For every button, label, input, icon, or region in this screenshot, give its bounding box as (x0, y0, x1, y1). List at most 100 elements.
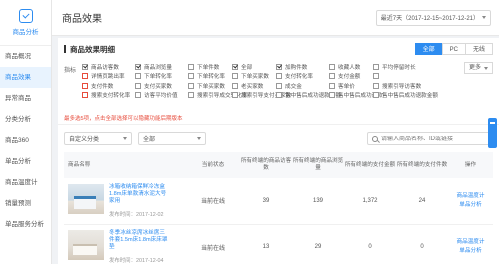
col-views[interactable]: 所有终端的商品浏览量 (292, 152, 344, 178)
checkbox[interactable] (373, 73, 379, 80)
metric-option[interactable]: 售中售后成功退款金额 (373, 91, 438, 101)
metric-option[interactable] (373, 72, 417, 82)
checkbox[interactable] (373, 82, 379, 89)
metric-option[interactable]: 售中售后成功退款 (329, 91, 383, 101)
metric-option[interactable]: 下单买家数 (188, 81, 232, 91)
sidebar-item-product-effect[interactable]: 商品效果 (0, 67, 51, 88)
main-content: 商品效果 最近7天（2017-12-15~2017-12-21） 商品效果明细 … (52, 0, 499, 264)
checkbox[interactable] (232, 63, 238, 70)
category-select[interactable]: 自定义分类 (64, 132, 132, 145)
checkbox[interactable] (82, 92, 88, 99)
checkbox[interactable] (135, 63, 141, 70)
checkbox[interactable] (82, 63, 88, 70)
metric-option[interactable]: 搜索支付转化率 (82, 91, 135, 101)
checkbox[interactable] (232, 92, 238, 99)
checkbox[interactable] (329, 82, 335, 89)
metric-option[interactable]: 下单转化率 (135, 72, 188, 82)
product-publish-time: 发布时间：2017-12-04 (109, 258, 164, 264)
metric-option[interactable]: 老买家数 (232, 81, 276, 91)
metric-option[interactable]: 搜索引导访客数 (373, 81, 421, 91)
sidebar-item-product360[interactable]: 商品360 (0, 130, 51, 151)
checkbox[interactable] (135, 82, 141, 89)
metric-option[interactable]: 支付转化率 (276, 72, 329, 82)
metric-option[interactable]: 商品访客数 (82, 62, 135, 72)
tab-pc[interactable]: PC (441, 43, 466, 55)
metric-option[interactable]: 全部 (232, 62, 276, 72)
sidebar-brand[interactable]: 商品分析 (0, 0, 51, 46)
checkbox[interactable] (135, 92, 141, 99)
sidebar-item-thermometer[interactable]: 商品温度计 (0, 172, 51, 193)
checkbox[interactable] (276, 82, 282, 89)
status-cell: 当前在线 (186, 224, 240, 264)
metric-option[interactable]: 支付金额 (329, 72, 373, 82)
tab-wireless[interactable]: 无线 (464, 43, 493, 55)
checkbox[interactable] (329, 73, 335, 80)
metric-option[interactable]: 支付件数 (82, 81, 135, 91)
metric-option[interactable]: 商品浏览量 (135, 62, 188, 72)
metric-option[interactable]: 下单件数 (188, 62, 232, 72)
ops-cell: 商品温度计 单品分析 (448, 224, 493, 264)
tab-all[interactable]: 全部 (414, 43, 443, 55)
checkbox[interactable] (276, 73, 282, 80)
checkbox[interactable] (82, 82, 88, 89)
metric-option[interactable]: 成交金 (276, 81, 329, 91)
product-thumbnail[interactable] (68, 183, 104, 214)
checkbox[interactable] (82, 73, 88, 80)
col-payment[interactable]: 所有终端的支付金额 (344, 152, 396, 178)
chevron-down-icon (482, 16, 486, 19)
checkbox[interactable] (188, 82, 194, 89)
metric-option[interactable]: 下单买家数 (232, 72, 276, 82)
metric-option[interactable]: 详情页跳出率 (82, 72, 135, 82)
checkbox[interactable] (329, 63, 335, 70)
metric-option[interactable]: 客单价 (329, 81, 373, 91)
thermometer-link[interactable]: 商品温度计 (448, 192, 493, 201)
status-select-value: 全部 (143, 137, 156, 143)
metric-option[interactable]: 平均停留时长 (373, 62, 417, 72)
metric-option-label: 成交金 (285, 83, 302, 90)
sidebar-brand-label: 商品分析 (12, 29, 39, 36)
metric-option[interactable]: 加购件数 (276, 62, 329, 72)
metric-option[interactable]: 下单转化率 (188, 72, 232, 82)
product-name-link[interactable]: 冰箱收纳箱保鲜冷冻盒1.8m床单款清水泥大号家用 (109, 184, 169, 205)
date-range-picker[interactable]: 最近7天（2017-12-15~2017-12-21） (375, 9, 491, 26)
metric-option[interactable]: 搜索引导成交转化率 (188, 91, 247, 101)
product-cell: 冰箱收纳箱保鲜冷冻盒1.8m床单款清水泥大号家用 发布时间：2017-12-02 (64, 183, 186, 218)
product-name-link[interactable]: 冬季冰丝凉席冰丝席三件套1.5m床1.8m床床罩垫 (109, 230, 169, 251)
product-thumbnail[interactable] (68, 230, 104, 260)
checkbox[interactable] (373, 63, 379, 70)
more-button[interactable]: 更多 (463, 62, 493, 74)
single-analysis-link[interactable]: 单品分析 (448, 247, 493, 256)
col-status: 当前状态 (201, 161, 225, 168)
checkbox[interactable] (329, 92, 335, 99)
sidebar-item-forecast[interactable]: 销量预测 (0, 193, 51, 214)
checkbox[interactable] (276, 63, 282, 70)
checkbox[interactable] (232, 73, 238, 80)
checkbox[interactable] (135, 73, 141, 80)
checkbox[interactable] (188, 63, 194, 70)
metric-option[interactable]: 售中售后成功退款金额 (276, 91, 341, 101)
single-analysis-link[interactable]: 单品分析 (448, 201, 493, 210)
category-select-value: 自定义分类 (69, 137, 100, 143)
checkbox[interactable] (188, 92, 194, 99)
metric-option[interactable]: 搜索引导支付买家数 (232, 91, 291, 101)
thermometer-link[interactable]: 商品温度计 (448, 238, 493, 247)
metric-option[interactable]: 收藏人数 (329, 62, 373, 72)
checkbox[interactable] (232, 82, 238, 89)
col-visitors[interactable]: 所有终端的商品访客数 (240, 152, 292, 178)
metric-option[interactable]: 访客平均价值 (135, 91, 188, 101)
col-items[interactable]: 所有终端的支付件数 (396, 152, 448, 178)
search-input[interactable] (381, 135, 488, 142)
product-search[interactable] (367, 132, 493, 145)
status-select[interactable]: 全部 (138, 132, 206, 145)
sidebar-item-overview[interactable]: 商品概况 (0, 46, 51, 67)
metric-option[interactable]: 支付买家数 (135, 81, 188, 91)
sidebar-item-abnormal[interactable]: 异常商品 (0, 88, 51, 109)
checkbox[interactable] (276, 92, 282, 99)
checkbox[interactable] (373, 92, 379, 99)
checkbox[interactable] (188, 73, 194, 80)
sidebar-item-single[interactable]: 单品分析 (0, 151, 51, 172)
back-to-top-button[interactable] (488, 118, 497, 148)
col-product-name[interactable]: 商品名称 (64, 152, 186, 178)
sidebar-item-category[interactable]: 分类分析 (0, 109, 51, 130)
sidebar-item-service[interactable]: 单品服务分析 (0, 214, 51, 235)
